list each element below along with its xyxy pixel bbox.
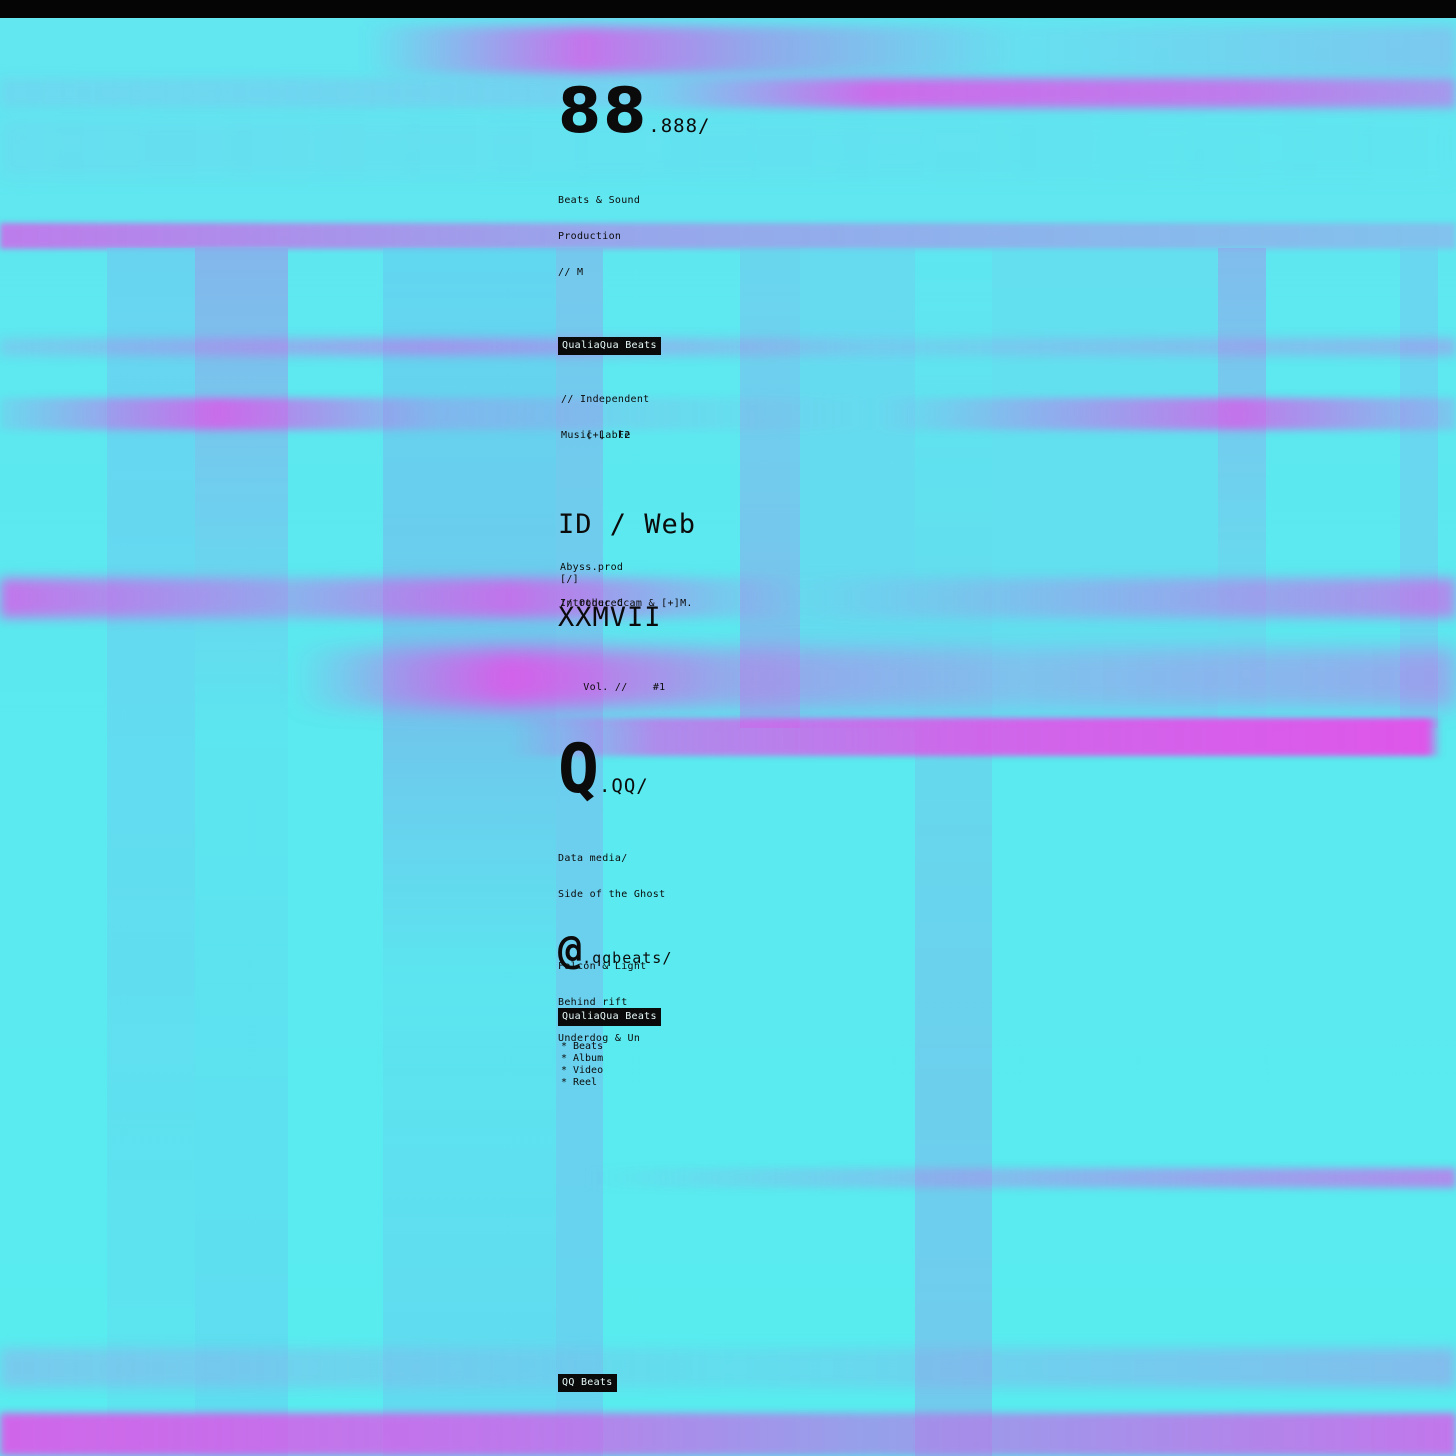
at-icon: @ — [558, 927, 583, 973]
plus-icon: [+] — [586, 430, 606, 441]
bullet-icon: * — [561, 1053, 568, 1064]
intro-line: // Independent — [561, 394, 650, 405]
brand-logo: Q.QQ/ — [558, 736, 649, 804]
bullet-icon: * — [561, 1077, 568, 1088]
main-column: 88.888/ Beats & Sound Production // M Qu… — [558, 0, 918, 1456]
handle-name: .qqbeats/ — [582, 949, 673, 967]
brand-letter: Q — [558, 730, 599, 809]
slash-link[interactable]: [/] — [560, 574, 579, 586]
credits: Abyss.prod Introduced — [560, 538, 623, 634]
description-line: Side of the Ghost — [558, 889, 666, 900]
hero-logo: 88.888/ — [558, 80, 710, 142]
hero-subtitle: Beats & Sound Production — [558, 171, 640, 267]
label-tag-top[interactable]: QualiaQua Beats — [558, 337, 661, 355]
description-line: Data media/ — [558, 853, 628, 864]
toggle-label: F2 — [617, 430, 631, 441]
category-menu: * Beats * Album * Video * Reel — [561, 1041, 603, 1089]
brand-suffix: .QQ/ — [598, 775, 649, 797]
menu-item-video[interactable]: * Video — [561, 1065, 603, 1077]
bullet-icon: * — [561, 1065, 568, 1076]
label-tag-mid[interactable]: QualiaQua Beats — [558, 1008, 661, 1026]
volume-label: Vol. // — [583, 682, 628, 693]
hero-suffix: .888/ — [648, 115, 711, 137]
other-link[interactable]: // Other Ccam & [+]M. — [560, 598, 693, 610]
footer-label[interactable]: QQ Beats — [558, 1374, 617, 1392]
headline-line: ID / Web — [558, 509, 697, 540]
menu-item-reel[interactable]: * Reel — [561, 1077, 603, 1089]
social-handle[interactable]: @.qqbeats/ — [558, 930, 672, 970]
section-marker: // M — [558, 267, 584, 278]
hero-subtitle-line: Production — [558, 231, 622, 242]
volume-indicator: Vol. // #1 — [558, 670, 666, 706]
volume-number: #1 — [652, 682, 666, 693]
bullet-icon: * — [561, 1041, 568, 1052]
hero-number: 88 — [558, 74, 649, 147]
credits-line: Abyss.prod — [560, 562, 624, 573]
menu-item-album[interactable]: * Album — [561, 1053, 603, 1065]
hero-subtitle-line: Beats & Sound — [558, 195, 641, 206]
menu-item-beats[interactable]: * Beats — [561, 1041, 603, 1053]
